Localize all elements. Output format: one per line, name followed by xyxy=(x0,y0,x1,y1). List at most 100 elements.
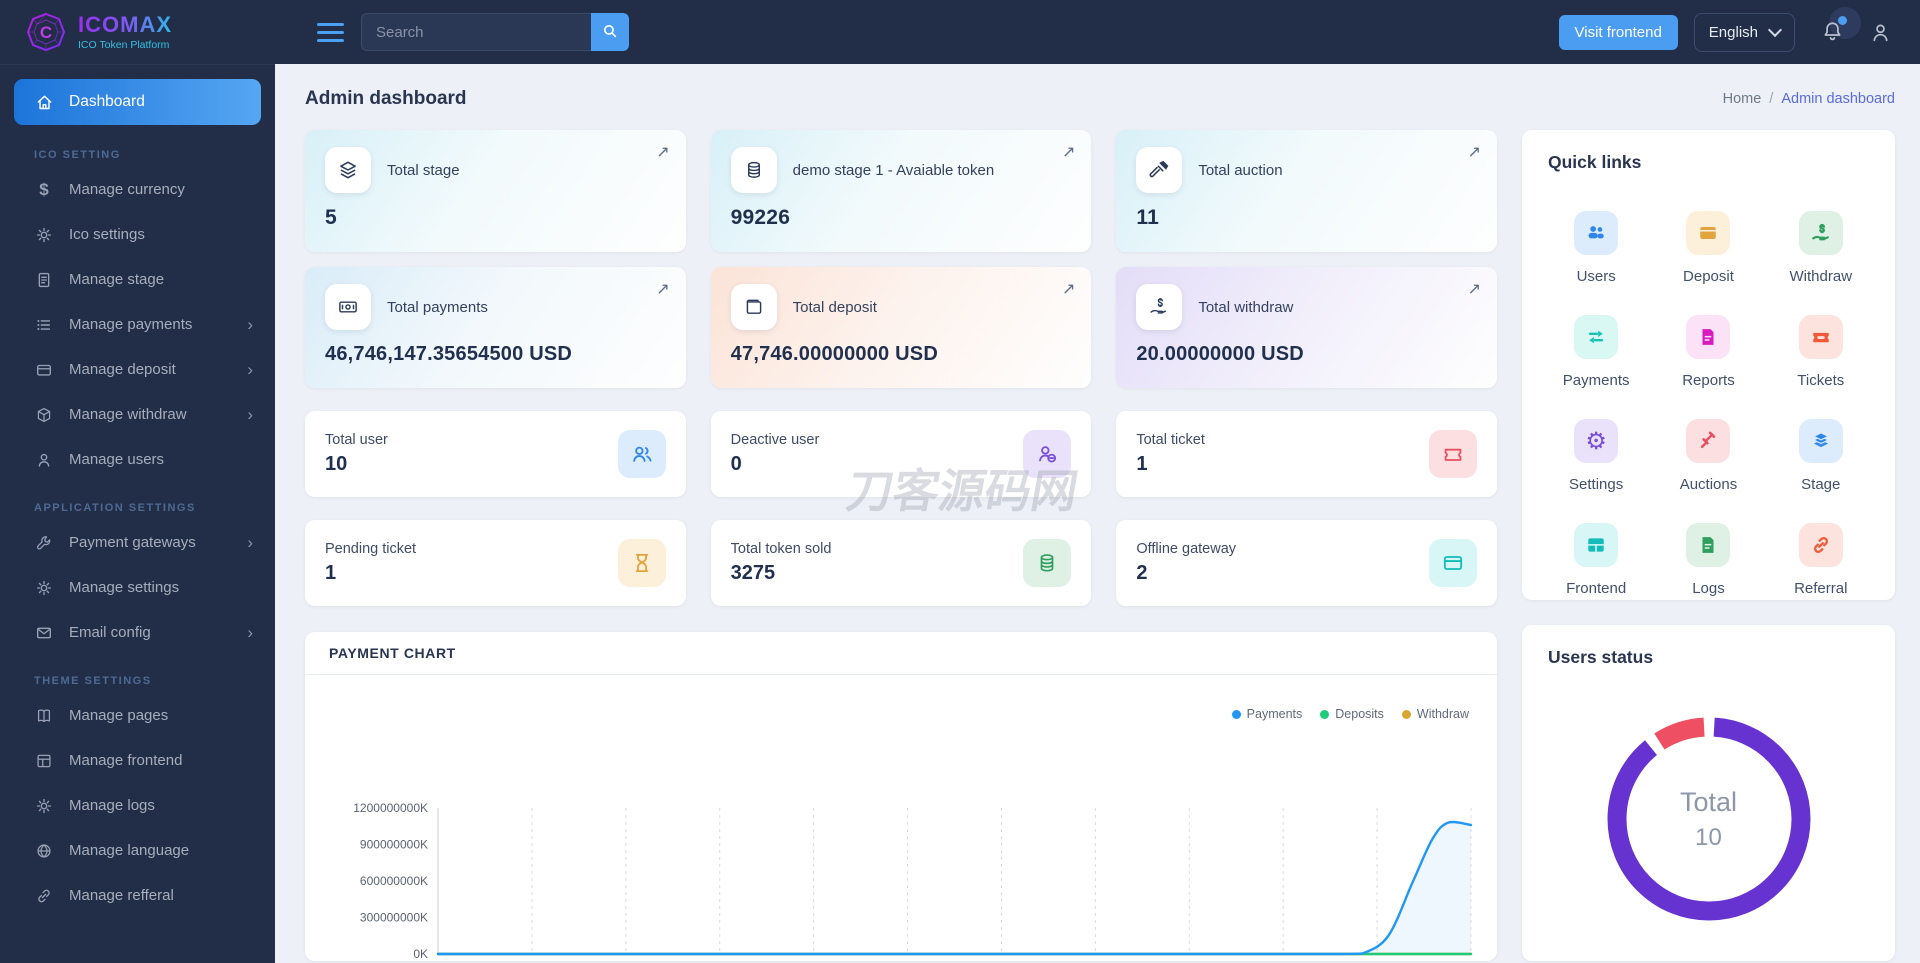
admin-dashboard-app: C ICOMAX ICO Token Platform Dashboard IC… xyxy=(0,0,1920,963)
sidebar-item-manage-users[interactable]: Manage users xyxy=(0,437,275,482)
sidebar-item-manage-payments[interactable]: Manage payments › xyxy=(0,302,275,347)
quick-link-payments[interactable]: Payments xyxy=(1540,315,1652,389)
sidebar-item-manage-pages[interactable]: Manage pages xyxy=(0,693,275,738)
sidebar-item-label: Manage frontend xyxy=(69,752,183,769)
legend-dot xyxy=(1320,709,1330,719)
arrow-up-right-icon[interactable]: ↗ xyxy=(656,142,669,162)
quick-link-deposit[interactable]: Deposit xyxy=(1652,211,1764,285)
language-select[interactable]: English xyxy=(1693,12,1795,52)
sidebar-item-dashboard[interactable]: Dashboard xyxy=(14,79,261,125)
quick-link-users[interactable]: Users xyxy=(1540,211,1652,285)
stat-card-total-token-sold[interactable]: Total token sold 3275 xyxy=(710,520,1092,606)
ticket-icon xyxy=(1429,430,1478,478)
users-status-panel: Users status Total 10 xyxy=(1522,625,1895,961)
stat-label: Total deposit xyxy=(792,298,877,316)
stat-card-pending-ticket[interactable]: Pending ticket 1 xyxy=(305,520,686,606)
sidebar-item-label: Manage deposit xyxy=(69,361,176,378)
sidebar-item-manage-refferal[interactable]: Manage refferal xyxy=(0,873,275,918)
mail-icon xyxy=(34,623,54,643)
stat-value: 11 xyxy=(1136,206,1159,229)
arrow-up-right-icon[interactable]: ↗ xyxy=(1468,142,1481,162)
arrow-up-right-icon[interactable]: ↗ xyxy=(1062,279,1075,299)
brand[interactable]: C ICOMAX ICO Token Platform xyxy=(0,0,275,65)
quick-link-frontend[interactable]: Frontend xyxy=(1540,523,1652,597)
legend-item-payments[interactable]: Payments xyxy=(1231,707,1302,721)
quick-link-tickets[interactable]: Tickets xyxy=(1765,315,1877,389)
stat-card-offline-gateway[interactable]: Offline gateway 2 xyxy=(1116,520,1498,606)
stat-card-total-user[interactable]: Total user 10 xyxy=(305,411,686,497)
stat-card-total-auction[interactable]: Total auction ↗ 11 xyxy=(1116,130,1498,252)
sidebar-item-manage-withdraw[interactable]: Manage withdraw › xyxy=(0,392,275,437)
sidebar-item-email-config[interactable]: Email config › xyxy=(0,610,275,655)
quick-link-reports[interactable]: Reports xyxy=(1652,315,1764,389)
sidebar-item-manage-frontend[interactable]: Manage frontend xyxy=(0,738,275,783)
search-button[interactable] xyxy=(591,13,629,51)
user-icon xyxy=(34,450,54,470)
hourglass-icon xyxy=(617,539,666,587)
wrench-icon xyxy=(34,533,54,553)
arrow-up-right-icon[interactable]: ↗ xyxy=(1468,279,1481,299)
sidebar-item-manage-currency[interactable]: $ Manage currency xyxy=(0,167,275,212)
brand-name: ICOMAX xyxy=(78,11,172,37)
stat-card-total-deposit[interactable]: Total deposit ↗ 47,746.00000000 USD xyxy=(710,267,1092,388)
notifications-button[interactable] xyxy=(1821,7,1861,49)
sidebar-item-manage-logs[interactable]: Manage logs xyxy=(0,783,275,828)
stat-label: Total stage xyxy=(387,161,460,179)
legend-dot xyxy=(1231,709,1241,719)
user-icon xyxy=(1873,24,1888,41)
coins-icon xyxy=(730,147,777,193)
menu-toggle-icon[interactable] xyxy=(317,18,344,47)
arrow-up-right-icon[interactable]: ↗ xyxy=(656,279,669,299)
stat-card-total-withdraw[interactable]: Total withdraw ↗ 20.00000000 USD xyxy=(1116,267,1498,388)
stat-label: Total auction xyxy=(1198,161,1283,179)
quick-link-stage[interactable]: Stage xyxy=(1765,419,1877,493)
quick-link-referral[interactable]: Referral xyxy=(1765,523,1877,597)
stat-label: Total withdraw xyxy=(1198,298,1294,316)
payment-chart-title: PAYMENT CHART xyxy=(305,632,1497,675)
visit-frontend-button[interactable]: Visit frontend xyxy=(1558,14,1678,50)
sidebar-item-label: Manage refferal xyxy=(69,887,174,904)
stat-card-deactive-user[interactable]: Deactive user 0 xyxy=(710,411,1092,497)
stat-label: Offline gateway xyxy=(1136,541,1237,557)
quick-link-settings[interactable]: ⚙ Settings xyxy=(1540,419,1652,493)
quick-link-logs[interactable]: Logs xyxy=(1652,523,1764,597)
wallet-icon xyxy=(730,284,777,330)
stat-card-total-stage[interactable]: Total stage ↗ 5 xyxy=(305,130,686,252)
gavel-icon xyxy=(1136,147,1183,193)
gear-icon xyxy=(34,578,54,598)
stat-card-available-token[interactable]: demo stage 1 - Avaiable token ↗ 99226 xyxy=(710,130,1092,252)
quick-links-title: Quick links xyxy=(1548,152,1642,172)
search-input[interactable] xyxy=(361,13,591,51)
gear-icon: ⚙ xyxy=(1574,419,1619,463)
top-header: Visit frontend English xyxy=(275,0,1920,64)
quick-links-panel: Quick links Users Deposit Withdraw Payme… xyxy=(1522,130,1895,600)
book-icon xyxy=(34,706,54,726)
legend-dot xyxy=(1401,709,1411,719)
sidebar-item-manage-stage[interactable]: Manage stage xyxy=(0,257,275,302)
sidebar-item-label: Manage language xyxy=(69,842,190,859)
document-icon xyxy=(34,270,54,290)
stat-card-total-ticket[interactable]: Total ticket 1 xyxy=(1116,411,1498,497)
arrow-up-right-icon[interactable]: ↗ xyxy=(1062,142,1075,162)
sidebar-item-manage-settings[interactable]: Manage settings xyxy=(0,565,275,610)
legend-item-withdraw[interactable]: Withdraw xyxy=(1401,707,1469,721)
brand-logo-icon: C xyxy=(26,12,66,52)
sidebar-item-label: Manage settings xyxy=(69,579,180,596)
sidebar-item-ico-settings[interactable]: Ico settings xyxy=(0,212,275,257)
profile-button[interactable] xyxy=(1869,21,1892,44)
sidebar-item-label: Manage withdraw xyxy=(69,406,187,423)
stat-card-total-payments[interactable]: Total payments ↗ 46,746,147.35654500 USD xyxy=(305,267,686,388)
quick-link-withdraw[interactable]: Withdraw xyxy=(1765,211,1877,285)
report-file-icon xyxy=(1686,315,1731,359)
sidebar-item-manage-language[interactable]: Manage language xyxy=(0,828,275,873)
credit-card-icon xyxy=(34,360,54,380)
breadcrumb-home[interactable]: Home xyxy=(1723,91,1762,107)
legend-item-deposits[interactable]: Deposits xyxy=(1320,707,1384,721)
sidebar-item-payment-gateways[interactable]: Payment gateways › xyxy=(0,520,275,565)
dollar-icon: $ xyxy=(39,180,49,199)
donut-center: Total 10 xyxy=(1594,704,1824,934)
gavel-icon xyxy=(1686,419,1731,463)
quick-link-auctions[interactable]: Auctions xyxy=(1652,419,1764,493)
sidebar-item-manage-deposit[interactable]: Manage deposit › xyxy=(0,347,275,392)
sidebar-section-theme-settings: THEME SETTINGS xyxy=(34,675,152,687)
